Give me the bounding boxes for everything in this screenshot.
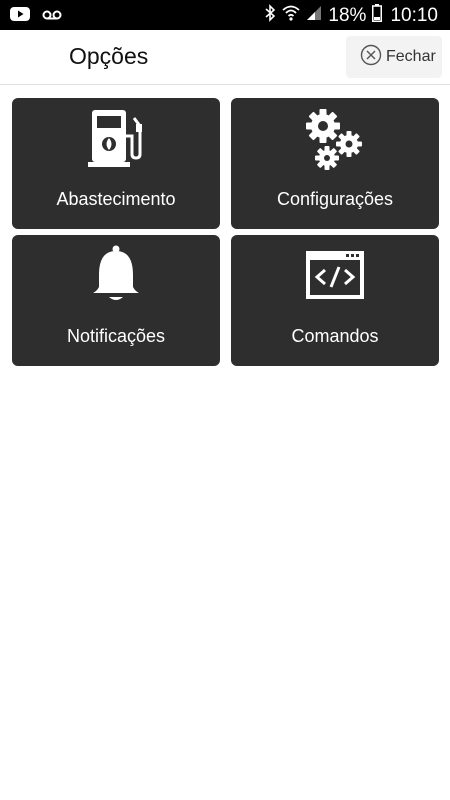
page-title: Opções	[69, 43, 149, 69]
bell-icon	[12, 243, 220, 307]
status-bar: 18% 10:10	[0, 0, 450, 30]
status-bar-left	[10, 7, 62, 26]
close-circle-icon	[360, 44, 382, 71]
tile-label: Notificações	[66, 326, 166, 346]
close-button[interactable]: Fechar	[346, 36, 442, 78]
tile-configuracoes[interactable]: Configurações	[231, 98, 439, 229]
signal-icon	[306, 5, 322, 26]
clock: 10:10	[390, 4, 438, 26]
tile-abastecimento[interactable]: Abastecimento	[12, 98, 220, 229]
battery-icon	[372, 4, 383, 27]
tile-comandos[interactable]: Comandos	[231, 235, 439, 366]
fuel-pump-icon	[12, 106, 220, 170]
wifi-icon	[282, 5, 301, 26]
voicemail-icon	[42, 8, 62, 26]
tile-label: Comandos	[291, 326, 379, 346]
gears-icon	[231, 106, 439, 170]
tile-label: Abastecimento	[56, 189, 176, 209]
tile-notificacoes[interactable]: Notificações	[12, 235, 220, 366]
tile-label: Configurações	[276, 189, 394, 209]
close-label: Fechar	[386, 48, 436, 65]
battery-percent: 18%	[328, 4, 367, 26]
status-bar-right: 18% 10:10	[264, 4, 438, 27]
bluetooth-icon	[264, 4, 276, 27]
code-window-icon	[231, 243, 439, 307]
header: Opções Fechar	[0, 30, 450, 85]
youtube-icon	[10, 7, 30, 26]
